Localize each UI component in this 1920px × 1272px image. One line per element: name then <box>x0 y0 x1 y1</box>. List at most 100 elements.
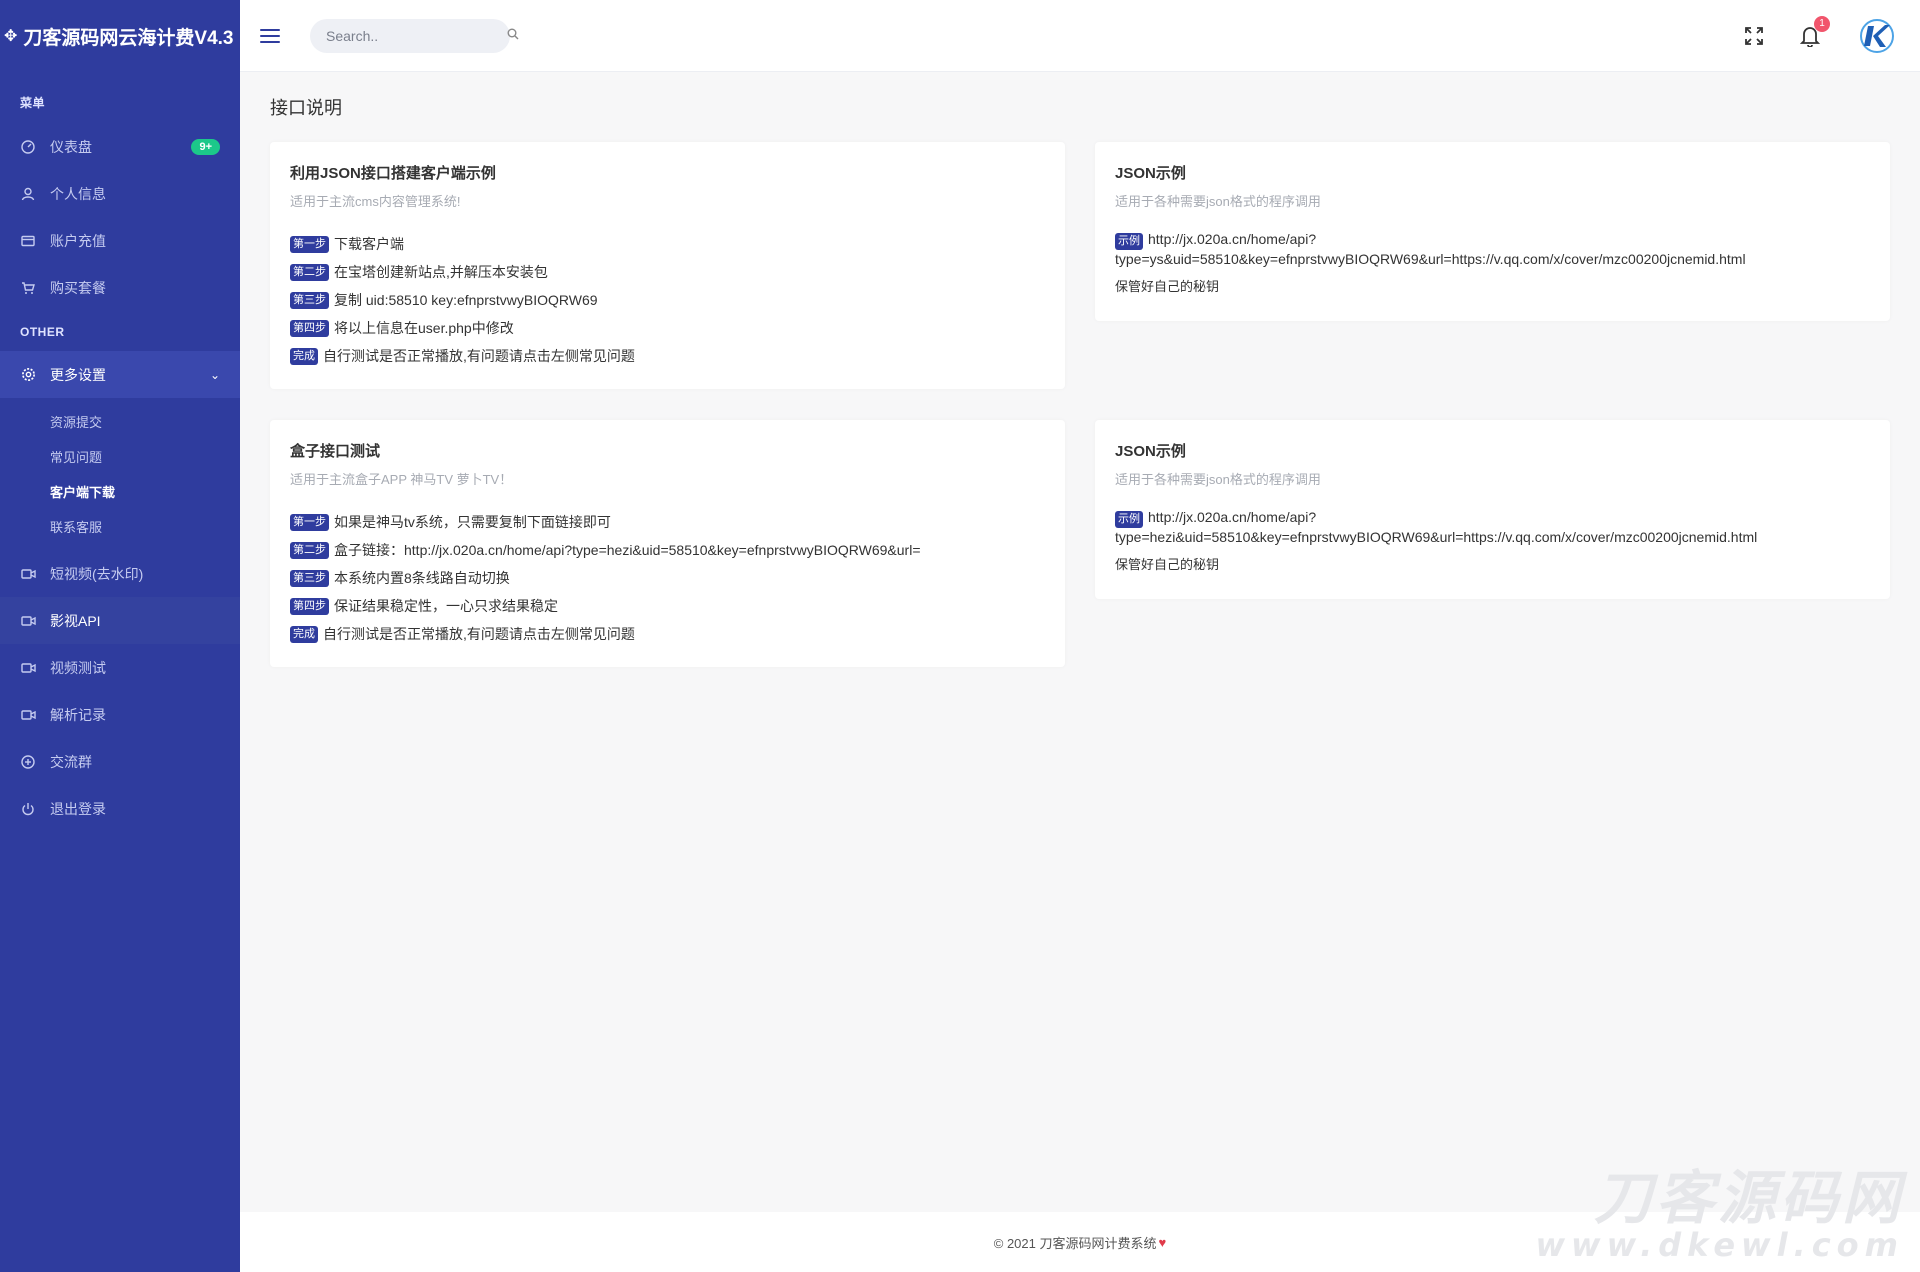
sidebar-item-video-api[interactable]: 影视API <box>0 597 240 644</box>
footer: © 2021 刀客源码网计费系统 ♥ <box>240 1212 1920 1272</box>
step-row: 第四步 保证结果稳定性，一心只求结果稳定 <box>290 592 1045 620</box>
step-tag: 完成 <box>290 625 318 643</box>
sidebar-item-label: 解析记录 <box>50 706 106 723</box>
step-row: 第四步 将以上信息在user.php中修改 <box>290 314 1045 342</box>
card-title: 盒子接口测试 <box>290 443 381 460</box>
step-text: 复制 uid:58510 key:efnprstvwyBIOQRW69 <box>334 292 598 308</box>
step-text: 如果是神马tv系统，只需要复制下面链接即可 <box>334 514 611 530</box>
step-text[interactable]: 盒子链接：http://jx.020a.cn/home/api?type=hez… <box>334 536 921 564</box>
plus-circle-icon <box>20 754 36 770</box>
key-note: 保管好自己的秘钥 <box>1115 557 1220 572</box>
example-line1: http://jx.020a.cn/home/api? <box>1148 231 1317 247</box>
sidebar-item-label: 个人信息 <box>50 185 106 202</box>
example-url[interactable]: 示例 http://jx.020a.cn/home/api? type=ys&ui… <box>1115 230 1870 268</box>
example-line2: type=ys&uid=58510&key=efnprstvwyBIOQRW69… <box>1115 251 1746 267</box>
sidebar-item-recharge[interactable]: 账户充值 <box>0 217 240 264</box>
card-subtitle: 适用于主流盒子APP 神马TV 萝卜TV！ <box>290 472 513 487</box>
topbar: 1 <box>240 0 1920 72</box>
step-row: 第三步 本系统内置8条线路自动切换 <box>290 564 1045 592</box>
step-row: 第一步 如果是神马tv系统，只需要复制下面链接即可 <box>290 508 1045 536</box>
card-json-client: 利用JSON接口搭建客户端示例 适用于主流cms内容管理系统! 第一步 下载客户端… <box>270 142 1065 389</box>
brand-title: 刀客源码网云海计费V4.3 <box>23 27 234 49</box>
step-tag: 第四步 <box>290 319 329 337</box>
notification-bell-icon[interactable]: 1 <box>1798 15 1830 48</box>
step-tag: 第四步 <box>290 597 329 615</box>
settings-submenu: 资源提交 常见问题 客户端下载 联系客服 <box>0 398 240 550</box>
sidebar-item-label: 视频测试 <box>50 659 106 676</box>
power-icon <box>20 801 36 817</box>
fullscreen-icon[interactable] <box>1742 24 1766 48</box>
card-json-example-2: JSON示例 适用于各种需要json格式的程序调用 示例 http://jx.02… <box>1095 420 1890 599</box>
hamburger-menu-icon[interactable] <box>260 28 280 43</box>
step-tag: 第三步 <box>290 569 329 587</box>
sidebar-item-label: 短视频(去水印) <box>50 565 144 582</box>
sidebar-item-label: 交流群 <box>50 753 92 770</box>
sidebar-item-label: 影视API <box>50 612 101 629</box>
step-row: 第二步 盒子链接：http://jx.020a.cn/home/api?type=… <box>290 536 1045 564</box>
step-row: 第一步 下载客户端 <box>290 230 1045 258</box>
avatar[interactable] <box>1858 16 1896 55</box>
card-json-example-1: JSON示例 适用于各种需要json格式的程序调用 示例 http://jx.02… <box>1095 142 1890 321</box>
example-line1: http://jx.020a.cn/home/api? <box>1148 509 1317 525</box>
step-text: 将以上信息在user.php中修改 <box>334 320 514 336</box>
key-note: 保管好自己的秘钥 <box>1115 279 1220 294</box>
sidebar: ✥ 刀客源码网云海计费V4.3 菜单 仪表盘 9+ 个人信息 账户充值 购买套餐… <box>0 0 240 1272</box>
sidebar-item-dashboard[interactable]: 仪表盘 9+ <box>0 123 240 170</box>
sidebar-item-buy-package[interactable]: 购买套餐 <box>0 264 240 311</box>
video-icon <box>20 566 36 582</box>
submenu-item-resource-submit[interactable]: 资源提交 <box>50 404 240 439</box>
search-box <box>310 18 519 53</box>
card-title: 利用JSON接口搭建客户端示例 <box>290 165 496 182</box>
sidebar-item-profile[interactable]: 个人信息 <box>0 170 240 217</box>
example-line2: type=hezi&uid=58510&key=efnprstvwyBIOQRW… <box>1115 529 1758 545</box>
search-icon[interactable] <box>507 28 519 43</box>
step-text: 自行测试是否正常播放,有问题请点击左侧常见问题 <box>323 626 635 642</box>
step-row: 完成 自行测试是否正常播放,有问题请点击左侧常见问题 <box>290 342 1045 370</box>
sidebar-item-label: 退出登录 <box>50 800 106 817</box>
submenu-item-faq[interactable]: 常见问题 <box>50 439 240 474</box>
dashboard-badge: 9+ <box>191 138 220 155</box>
submenu-item-client-download[interactable]: 客户端下载 <box>50 474 240 509</box>
brand[interactable]: ✥ 刀客源码网云海计费V4.3 <box>0 0 240 72</box>
step-row: 第二步 在宝塔创建新站点,并解压本安装包 <box>290 258 1045 286</box>
video-icon <box>20 613 36 629</box>
sidebar-item-short-video[interactable]: 短视频(去水印) <box>0 550 240 597</box>
example-url[interactable]: 示例 http://jx.020a.cn/home/api? type=hezi&… <box>1115 508 1870 546</box>
sidebar-item-parse-records[interactable]: 解析记录 <box>0 691 240 738</box>
dashboard-icon <box>20 139 36 155</box>
sidebar-item-video-test[interactable]: 视频测试 <box>0 644 240 691</box>
step-tag: 完成 <box>290 347 318 365</box>
card-title: JSON示例 <box>1115 443 1186 460</box>
user-icon <box>20 186 36 202</box>
step-tag: 第一步 <box>290 235 329 253</box>
sidebar-item-chat-group[interactable]: 交流群 <box>0 738 240 785</box>
search-input[interactable] <box>326 27 507 44</box>
card-subtitle: 适用于各种需要json格式的程序调用 <box>1115 194 1321 209</box>
video-icon <box>20 707 36 723</box>
topbar-actions: 1 <box>1710 15 1896 55</box>
sidebar-item-label: 仪表盘 <box>50 138 92 155</box>
sidebar-item-logout[interactable]: 退出登录 <box>0 785 240 832</box>
step-tag: 第二步 <box>290 263 329 281</box>
section-title-other: OTHER <box>20 325 65 339</box>
step-text: 自行测试是否正常播放,有问题请点击左侧常见问题 <box>323 348 635 364</box>
step-text: 在宝塔创建新站点,并解压本安装包 <box>334 264 548 280</box>
step-text: 本系统内置8条线路自动切换 <box>334 570 510 586</box>
credit-card-icon <box>20 233 36 249</box>
step-tag: 第三步 <box>290 291 329 309</box>
sidebar-item-more-settings[interactable]: 更多设置 ⌄ <box>0 351 240 398</box>
example-tag: 示例 <box>1115 511 1143 528</box>
step-text: 下载客户端 <box>334 236 404 252</box>
notification-badge: 1 <box>1814 15 1830 32</box>
heart-icon: ♥ <box>1158 1234 1167 1250</box>
card-box-api-test: 盒子接口测试 适用于主流盒子APP 神马TV 萝卜TV！ 第一步 如果是神马tv系… <box>270 420 1065 667</box>
page-title: 接口说明 <box>270 98 342 118</box>
step-tag: 第二步 <box>290 541 329 559</box>
sidebar-item-label: 更多设置 <box>50 366 106 383</box>
chevron-down-icon: ⌄ <box>209 367 220 382</box>
submenu-item-contact-support[interactable]: 联系客服 <box>50 509 240 544</box>
step-row: 第三步 复制 uid:58510 key:efnprstvwyBIOQRW69 <box>290 286 1045 314</box>
card-title: JSON示例 <box>1115 165 1186 182</box>
example-tag: 示例 <box>1115 233 1143 250</box>
card-subtitle: 适用于各种需要json格式的程序调用 <box>1115 472 1321 487</box>
